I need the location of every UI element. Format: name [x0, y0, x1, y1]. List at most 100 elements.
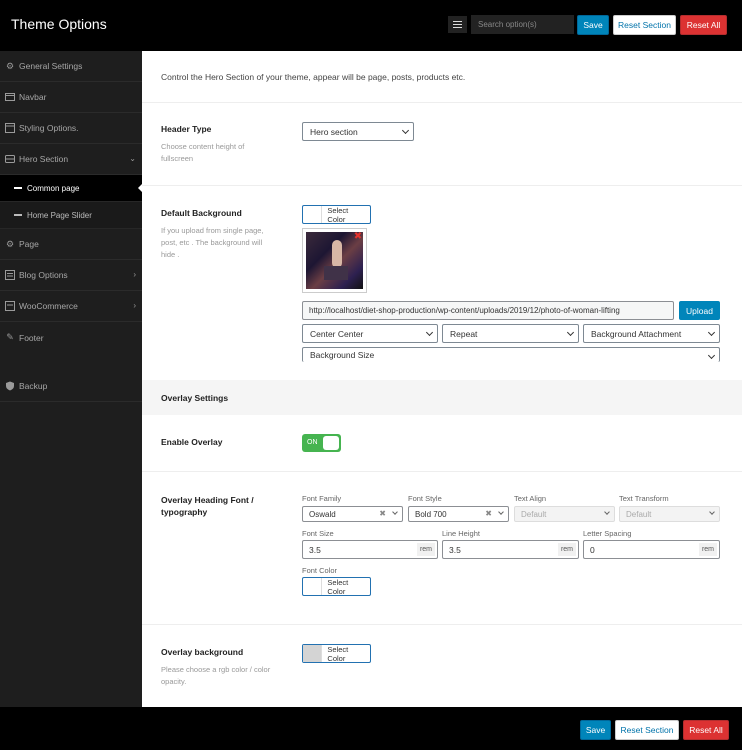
line-height-value: 3.5	[449, 544, 461, 555]
upload-button[interactable]: Upload	[679, 301, 720, 320]
sidebar-subitem-common-page[interactable]: Common page	[0, 175, 142, 202]
chevron-down-icon	[392, 509, 398, 515]
chevron-down-icon	[707, 328, 716, 337]
sidebar-item-label: Footer	[19, 332, 44, 343]
dash-icon	[14, 187, 22, 189]
search-input[interactable]	[471, 15, 574, 34]
font-style-value: Bold 700	[415, 509, 447, 519]
font-size-label: Font Size	[302, 529, 334, 538]
font-style-select[interactable]: Bold 700 ✖	[408, 506, 509, 522]
chevron-down-icon	[425, 328, 434, 337]
sidebar-item-styling-options[interactable]: Styling Options.	[0, 113, 142, 144]
sidebar-faded-row	[0, 353, 142, 371]
reset-section-button-bottom[interactable]: Reset Section	[615, 720, 679, 740]
sidebar-item-label: Blog Options	[19, 270, 68, 280]
sidebar-item-label: General Settings	[19, 61, 83, 71]
sidebar-item-label: Hero Section	[19, 154, 69, 164]
text-transform-select[interactable]: Default	[619, 506, 720, 522]
overlay-heading-font-title: Overlay Heading Font / typography	[161, 495, 254, 517]
background-attachment-value: Background Attachment	[591, 328, 682, 339]
divider	[142, 471, 742, 472]
header-type-select[interactable]: Hero section	[302, 122, 414, 141]
select-color-label: Select Color	[327, 205, 349, 224]
header-type-title: Header Type	[161, 124, 212, 134]
woocommerce-icon	[5, 301, 15, 311]
background-url-input[interactable]: http://localhost/diet-shop-production/wp…	[302, 301, 674, 320]
sidebar-item-footer[interactable]: ✎ Footer	[0, 322, 142, 353]
remove-image-icon[interactable]: ✖	[353, 232, 363, 242]
enable-overlay-toggle[interactable]: ON	[302, 434, 341, 452]
edit-icon: ✎	[6, 332, 14, 342]
background-position-select[interactable]: Center Center	[302, 324, 438, 343]
background-image-thumbnail: ✖	[302, 228, 367, 293]
chevron-down-icon	[566, 328, 575, 337]
unit-label: rem	[557, 543, 576, 556]
chevron-right-icon: ›	[133, 301, 136, 310]
sidebar-item-page[interactable]: ⚙ Page	[0, 229, 142, 260]
sidebar-subitem-label: Home Page Slider	[27, 210, 92, 220]
enable-overlay-title: Enable Overlay	[161, 437, 223, 447]
background-attachment-select[interactable]: Background Attachment	[583, 324, 720, 343]
font-size-input[interactable]: 3.5 rem	[302, 540, 438, 559]
font-size-value: 3.5	[309, 544, 321, 555]
chevron-down-icon	[604, 509, 610, 515]
select-color-label: Select Color	[327, 644, 349, 663]
main-content: Control the Hero Section of your theme, …	[142, 51, 742, 707]
toggle-on-label: ON	[307, 439, 318, 446]
sidebar-item-hero-section[interactable]: Hero Section ⌄	[0, 144, 142, 175]
sidebar: ⚙ General Settings Navbar Styling Option…	[0, 51, 142, 707]
color-swatch	[303, 206, 323, 223]
background-size-select[interactable]: Background Size	[302, 347, 720, 362]
line-height-input[interactable]: 3.5 rem	[442, 540, 579, 559]
overlay-background-title: Overlay background	[161, 647, 244, 657]
chevron-down-icon: ⌄	[129, 154, 136, 163]
styling-icon	[5, 123, 15, 133]
sidebar-item-label: Backup	[19, 381, 48, 391]
letter-spacing-input[interactable]: 0 rem	[583, 540, 720, 559]
font-family-value: Oswald	[309, 509, 336, 519]
text-align-value: Default	[521, 509, 547, 519]
overlay-background-description: Please choose a rgb color / color opacit…	[161, 665, 271, 686]
font-family-select[interactable]: Oswald ✖	[302, 506, 403, 522]
save-button-bottom[interactable]: Save	[580, 720, 611, 740]
overlay-background-color-button[interactable]: Select Color	[302, 644, 371, 663]
shield-icon	[5, 381, 15, 391]
app-title: Theme Options	[11, 16, 107, 32]
navbar-icon	[5, 92, 15, 102]
list-icon[interactable]	[448, 16, 467, 33]
default-background-color-button[interactable]: Select Color	[302, 205, 371, 224]
reset-all-button-bottom[interactable]: Reset All	[683, 720, 729, 740]
sidebar-item-label: Page	[19, 239, 39, 249]
top-bar: Theme Options Save Reset Section Reset A…	[0, 0, 742, 51]
bottom-bar: Save Reset Section Reset All	[0, 707, 742, 750]
font-color-button[interactable]: Select Color	[302, 577, 371, 596]
unit-label: rem	[416, 543, 435, 556]
overlay-settings-header: Overlay Settings	[142, 380, 742, 415]
sidebar-item-navbar[interactable]: Navbar	[0, 82, 142, 113]
header-type-description: Choose content height of fullscreen	[161, 142, 245, 163]
background-position-value: Center Center	[310, 328, 364, 339]
dash-icon	[14, 214, 22, 216]
background-size-value: Background Size	[310, 350, 375, 360]
background-repeat-value: Repeat	[450, 328, 478, 339]
chevron-down-icon	[401, 126, 410, 135]
reset-all-button[interactable]: Reset All	[680, 15, 727, 35]
save-button[interactable]: Save	[577, 15, 609, 35]
background-repeat-select[interactable]: Repeat	[442, 324, 579, 343]
sidebar-item-backup[interactable]: Backup	[0, 371, 142, 402]
font-family-label: Font Family	[302, 494, 342, 503]
header-type-value: Hero section	[310, 126, 358, 137]
letter-spacing-label: Letter Spacing	[583, 529, 632, 538]
text-align-select[interactable]: Default	[514, 506, 615, 522]
sidebar-item-woocommerce[interactable]: WooCommerce ›	[0, 291, 142, 322]
clear-icon[interactable]: ✖	[379, 509, 386, 518]
chevron-down-icon	[709, 509, 715, 515]
sidebar-item-label: Navbar	[19, 92, 47, 102]
clear-icon[interactable]: ✖	[485, 509, 492, 518]
sidebar-item-blog-options[interactable]: Blog Options ›	[0, 260, 142, 291]
sidebar-subitem-home-page-slider[interactable]: Home Page Slider	[0, 202, 142, 229]
reset-section-button[interactable]: Reset Section	[613, 15, 676, 35]
sidebar-item-general-settings[interactable]: ⚙ General Settings	[0, 51, 142, 82]
text-transform-label: Text Transform	[619, 494, 669, 503]
sidebar-item-label: WooCommerce	[19, 301, 78, 311]
